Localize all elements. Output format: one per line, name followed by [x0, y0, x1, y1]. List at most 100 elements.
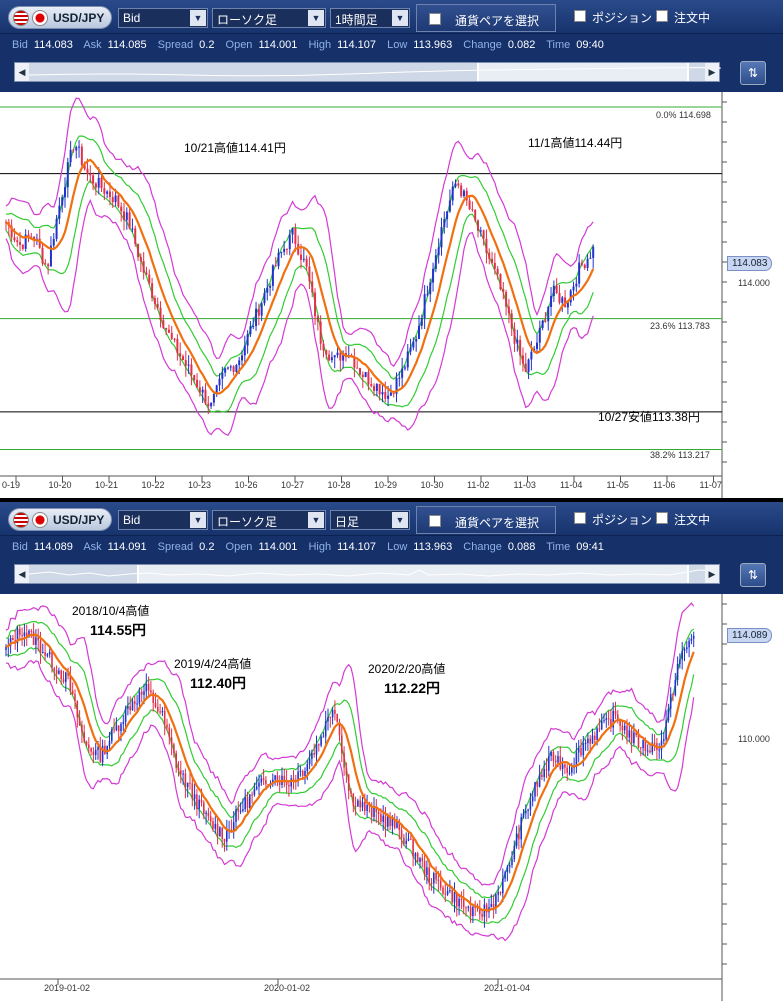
candle-body — [302, 258, 305, 260]
fib-382-label: 38.2% 113.217 — [650, 450, 710, 460]
candle-body — [607, 718, 610, 720]
pair-select-button[interactable]: 通貨ペアを選択 — [416, 4, 556, 32]
candle-body — [462, 899, 465, 908]
candle-body — [329, 716, 332, 718]
navigator-scrollbar[interactable]: ◀ ▶ — [14, 564, 720, 584]
candle-body — [333, 355, 336, 358]
candle-body — [184, 360, 187, 366]
candle-body — [229, 366, 232, 368]
candle-body — [531, 796, 534, 802]
chart-type-select[interactable]: ローソク足 ▼ — [212, 510, 326, 530]
candle-body — [347, 774, 350, 791]
pair-select-checkbox[interactable] — [429, 13, 441, 25]
candle-body — [688, 640, 690, 648]
candle-body — [538, 774, 541, 787]
candle-body — [120, 723, 122, 732]
candle-body — [113, 729, 115, 731]
candle-body — [255, 308, 258, 327]
candle-body — [12, 637, 14, 641]
x-axis-label: 11-06 — [653, 480, 676, 490]
fib-0-value: 114.698 — [679, 110, 711, 120]
price-type-select[interactable]: Bid ▼ — [118, 510, 208, 530]
candle-body — [204, 389, 207, 404]
fib-0-label: 0.0% 114.698 — [656, 110, 711, 120]
navigator-window[interactable] — [477, 63, 689, 81]
candle-body — [435, 873, 437, 880]
candle-body — [269, 285, 272, 288]
candle-body — [451, 186, 454, 201]
candle-body — [522, 813, 525, 818]
candle-body — [111, 197, 114, 203]
annotation-price-20190424: 112.40円 — [190, 675, 247, 691]
candle-body — [444, 893, 447, 895]
timeframe-value: 1時間足 — [335, 13, 378, 27]
navigator-window[interactable] — [137, 565, 689, 583]
candle-body — [106, 191, 109, 194]
candle-body — [140, 691, 143, 695]
candle-body — [403, 837, 405, 845]
candle-body — [223, 838, 226, 842]
candle-body — [161, 710, 164, 713]
candle-body — [502, 289, 505, 293]
navigator-scrollbar[interactable]: ◀ ▶ — [14, 62, 721, 82]
candle-body — [474, 209, 477, 221]
scroll-right-icon[interactable]: ▶ — [705, 565, 719, 583]
scroll-left-icon[interactable]: ◀ — [15, 565, 29, 583]
currency-pair-button[interactable]: USD/JPY — [8, 6, 112, 29]
time-key: Time — [546, 39, 571, 51]
candle-body — [314, 292, 317, 317]
candle-body — [378, 384, 381, 395]
daily-price-chart[interactable] — [0, 594, 783, 1001]
candle-body — [187, 364, 190, 366]
scale-toggle-button[interactable]: ⇅ — [740, 61, 766, 85]
candle-body — [291, 228, 294, 235]
candle-body — [304, 771, 306, 776]
chart-type-select[interactable]: ローソク足 ▼ — [212, 8, 326, 28]
candle-body — [426, 294, 429, 296]
orders-checkbox[interactable] — [656, 10, 668, 22]
candle-body — [352, 793, 355, 806]
candle-body — [499, 892, 502, 894]
currency-pair-button[interactable]: USD/JPY — [8, 508, 112, 531]
scroll-left-icon[interactable]: ◀ — [15, 63, 29, 81]
pair-select-checkbox[interactable] — [429, 515, 441, 527]
candle-body — [488, 252, 491, 259]
candle-body — [156, 303, 159, 308]
candle-body — [561, 297, 564, 303]
candle-body — [485, 238, 488, 253]
position-checkbox[interactable] — [574, 512, 586, 524]
candle-body — [384, 815, 387, 827]
candle-body — [561, 764, 564, 769]
x-axis-label: 2020-01-02 — [264, 983, 311, 993]
x-axis-label: 2021-01-04 — [484, 983, 531, 993]
moving-average-line — [5, 633, 695, 912]
candle-body — [453, 892, 456, 903]
candle-body — [458, 898, 460, 907]
candle-body — [409, 347, 412, 352]
chart-type-value: ローソク足 — [217, 515, 278, 529]
orders-checkbox[interactable] — [656, 512, 668, 524]
price-type-select[interactable]: Bid ▼ — [118, 8, 208, 28]
timeframe-select[interactable]: 日足 ▼ — [330, 510, 410, 530]
candle-body — [201, 389, 204, 393]
x-axis-label: 11-02 — [467, 480, 490, 490]
current-price-badge: 114.089 — [727, 628, 773, 643]
candle-body — [263, 292, 266, 304]
scale-toggle-button[interactable]: ⇅ — [740, 563, 766, 587]
candle-body — [407, 838, 410, 841]
candle-body — [538, 327, 541, 343]
x-axis-label: 10-21 — [95, 480, 119, 490]
x-axis-label: 10-29 — [374, 480, 398, 490]
timeframe-select[interactable]: 1時間足 ▼ — [330, 8, 410, 28]
candle-body — [278, 782, 281, 785]
candle-body — [212, 394, 215, 403]
candle-body — [364, 372, 367, 378]
scroll-right-icon[interactable]: ▶ — [705, 63, 719, 81]
position-checkbox[interactable] — [574, 10, 586, 22]
pair-select-label: 通貨ペアを選択 — [455, 14, 540, 28]
candle-body — [630, 730, 633, 744]
pair-select-button[interactable]: 通貨ペアを選択 — [416, 506, 556, 534]
candle-body — [598, 728, 601, 730]
candle-body — [177, 768, 180, 771]
hourly-price-chart[interactable] — [0, 92, 783, 498]
